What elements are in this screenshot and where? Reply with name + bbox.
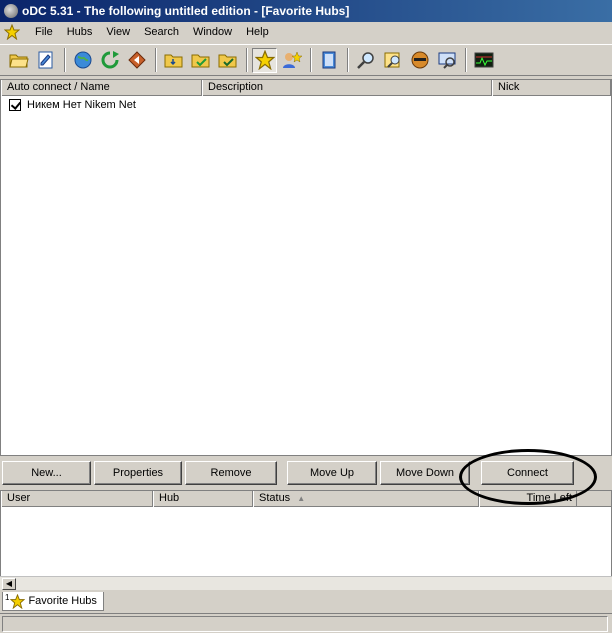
new-button[interactable]: New... [2,461,91,485]
search-icon[interactable] [353,48,378,73]
auto-connect-checkbox[interactable] [9,99,21,111]
menu-search[interactable]: Search [137,24,186,40]
user-list-header: User Hub Status ▲ Time Left [1,491,611,507]
toolbar-separator [155,48,157,72]
move-down-button[interactable]: Move Down [380,461,470,485]
download-queue-icon[interactable] [161,48,186,73]
column-auto-connect-name[interactable]: Auto connect / Name [1,80,202,96]
favorite-star-icon[interactable] [4,24,20,40]
window-title: oDC 5.31 - The following untitled editio… [22,4,350,18]
favorite-hubs-icon[interactable] [252,47,277,73]
column-time-left[interactable]: Time Left [479,491,577,507]
menu-help[interactable]: Help [239,24,276,40]
tab-number: 1 [5,593,10,602]
column-description[interactable]: Description [202,80,492,96]
public-hubs-icon[interactable] [70,48,95,73]
menu-bar: File Hubs View Search Window Help [0,22,612,42]
reconnect-icon[interactable] [97,48,122,73]
notepad-icon[interactable] [316,48,341,73]
network-stats-icon[interactable] [471,48,496,73]
column-user[interactable]: User [1,491,153,507]
hub-row[interactable]: Никем Нет Nikem Net [1,97,611,113]
favorite-users-icon[interactable] [279,48,304,73]
hub-action-buttons: New... Properties Remove Move Up Move Do… [0,459,612,487]
adl-search-icon[interactable] [380,48,405,73]
file-list-browser-icon[interactable] [434,48,459,73]
toolbar-separator [246,48,248,72]
toolbar-separator [310,48,312,72]
column-hub[interactable]: Hub [153,491,253,507]
remove-button[interactable]: Remove [185,461,277,485]
column-nick[interactable]: Nick [492,80,611,96]
app-icon[interactable] [4,4,18,18]
user-list[interactable]: User Hub Status ▲ Time Left [0,490,612,590]
scroll-left-icon[interactable]: ◀ [2,578,16,590]
finished-downloads-icon[interactable] [188,48,213,73]
open-file-list-icon[interactable] [6,48,31,73]
toolbar-separator [465,48,467,72]
menu-file[interactable]: File [28,24,60,40]
status-bar [0,613,612,633]
menu-hubs[interactable]: Hubs [60,24,100,40]
toolbar-separator [64,48,66,72]
hub-name: Никем Нет Nikem Net [27,99,136,111]
search-spy-icon[interactable] [407,48,432,73]
follow-redirect-icon[interactable] [124,48,149,73]
toolbar-separator [347,48,349,72]
connect-button[interactable]: Connect [481,461,574,485]
column-status-label: Status [259,492,291,504]
column-status[interactable]: Status ▲ [253,491,479,507]
favorite-hubs-list[interactable]: Auto connect / Name Description Nick Ник… [0,79,612,456]
tab-label: Favorite Hubs [28,595,97,607]
open-own-list-icon[interactable] [33,48,58,73]
sort-ascending-icon: ▲ [297,494,306,503]
menu-view[interactable]: View [99,24,137,40]
toolbar [0,44,612,76]
finished-uploads-icon[interactable] [215,48,240,73]
favorite-star-icon [10,593,26,609]
mdi-tab-bar: 1 Favorite Hubs [0,592,612,612]
horizontal-scrollbar[interactable]: ◀ [0,576,612,590]
tab-favorite-hubs[interactable]: 1 Favorite Hubs [2,592,104,611]
title-bar[interactable]: oDC 5.31 - The following untitled editio… [0,0,612,22]
hub-list-header: Auto connect / Name Description Nick [1,80,611,96]
menu-window[interactable]: Window [186,24,239,40]
properties-button[interactable]: Properties [94,461,182,485]
status-field [2,616,608,632]
move-up-button[interactable]: Move Up [287,461,377,485]
